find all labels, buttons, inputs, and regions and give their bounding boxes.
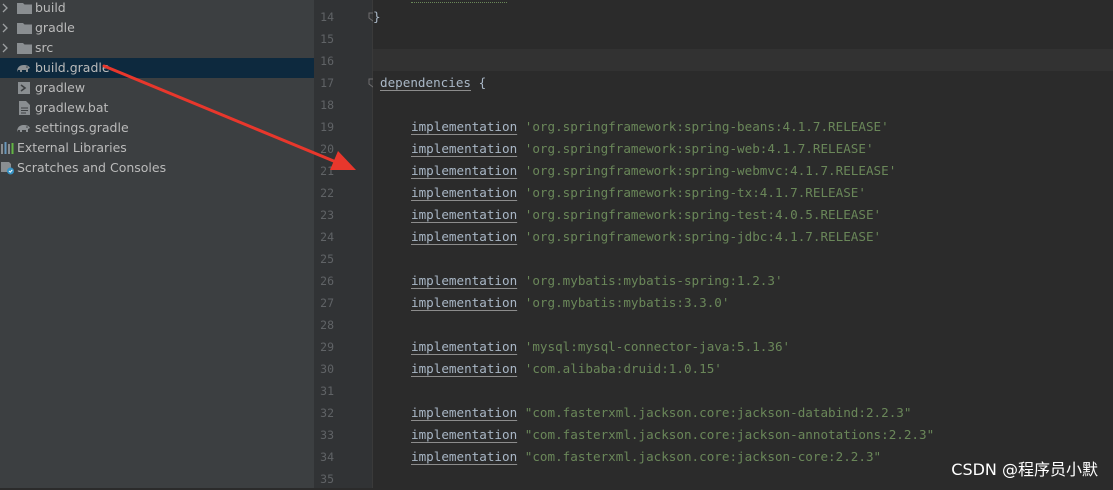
dependencies-keyword[interactable]: dependencies xyxy=(380,75,471,90)
code-dependencies-block: dependencies { xyxy=(380,72,486,94)
implementation-keyword[interactable]: implementation xyxy=(411,295,517,310)
tree-item-gradlew[interactable]: gradlew xyxy=(0,78,314,98)
implementation-keyword[interactable]: implementation xyxy=(411,361,517,376)
tree-item-label: Scratches and Consoles xyxy=(17,160,167,175)
line-number: 19 xyxy=(320,120,334,134)
tree-item-gradlew-bat[interactable]: gradlew.bat xyxy=(0,98,314,118)
code-closing-brace: } xyxy=(373,9,381,24)
line-number: 22 xyxy=(320,186,334,200)
folder-icon xyxy=(17,43,32,54)
dependency-string: 'mysql:mysql-connector-java:5.1.36' xyxy=(524,339,791,354)
batch-file-icon xyxy=(19,101,30,115)
tree-item-label: gradle xyxy=(35,20,75,35)
line-number: 27 xyxy=(320,296,334,310)
line-number: 20 xyxy=(320,142,334,156)
gradle-elephant-icon xyxy=(17,65,30,72)
tree-item-settings-gradle[interactable]: settings.gradle xyxy=(0,118,314,138)
line-number: 18 xyxy=(320,98,334,112)
implementation-keyword[interactable]: implementation xyxy=(411,449,517,464)
tree-item-external-libraries[interactable]: External Libraries xyxy=(0,138,314,158)
line-number: 31 xyxy=(320,384,334,398)
dependency-string: 'org.springframework:spring-webmvc:4.1.7… xyxy=(524,163,897,178)
chevron-right-icon[interactable] xyxy=(0,3,10,13)
open-brace: { xyxy=(478,75,487,90)
dependency-line: implementation 'mysql:mysql-connector-ja… xyxy=(411,336,790,358)
dependency-line: implementation 'com.alibaba:druid:1.0.15… xyxy=(411,358,722,380)
dependency-string: "com.fasterxml.jackson.core:jackson-data… xyxy=(524,405,912,420)
folder-icon xyxy=(17,3,32,14)
tree-item-label: External Libraries xyxy=(17,140,127,155)
chevron-right-icon[interactable] xyxy=(0,43,10,53)
tree-item-label: src xyxy=(35,40,54,55)
line-number: 16 xyxy=(320,54,334,68)
dependency-line: implementation "com.fasterxml.jackson.co… xyxy=(411,446,881,468)
gradle-elephant-icon xyxy=(17,125,30,132)
line-number: 25 xyxy=(320,252,334,266)
line-number: 15 xyxy=(320,32,334,46)
tree-item-scratches[interactable]: Scratches and Consoles xyxy=(0,158,314,178)
dependency-line: implementation 'org.springframework:spri… xyxy=(411,160,896,182)
dependency-line: implementation 'org.mybatis:mybatis:3.3.… xyxy=(411,292,729,314)
dependency-string: 'org.springframework:spring-test:4.0.5.R… xyxy=(524,207,882,222)
current-line-highlight xyxy=(373,49,1113,71)
dependency-string: 'org.springframework:spring-beans:4.1.7.… xyxy=(524,119,889,134)
implementation-keyword[interactable]: implementation xyxy=(411,163,517,178)
dependency-string: 'com.alibaba:druid:1.0.15' xyxy=(524,361,722,376)
dependency-line: implementation 'org.springframework:spri… xyxy=(411,182,866,204)
line-number: 29 xyxy=(320,340,334,354)
line-number: 35 xyxy=(320,472,334,486)
scratches-icon xyxy=(1,162,14,175)
implementation-keyword[interactable]: implementation xyxy=(411,427,517,442)
implementation-keyword[interactable]: implementation xyxy=(411,141,517,156)
previous-line-underline xyxy=(411,0,507,3)
dependency-line: implementation 'org.springframework:spri… xyxy=(411,138,874,160)
implementation-keyword[interactable]: implementation xyxy=(411,339,517,354)
implementation-keyword[interactable]: implementation xyxy=(411,207,517,222)
line-number: 21 xyxy=(320,164,334,178)
tree-item-label: settings.gradle xyxy=(35,120,129,135)
dependency-string: "com.fasterxml.jackson.core:jackson-core… xyxy=(524,449,882,464)
implementation-keyword[interactable]: implementation xyxy=(411,273,517,288)
implementation-keyword[interactable]: implementation xyxy=(411,229,517,244)
tree-item-src[interactable]: src xyxy=(0,38,314,58)
project-tree: build gradle src build.gradle gradlew gr… xyxy=(0,0,314,488)
dependency-line: implementation 'org.springframework:spri… xyxy=(411,116,889,138)
line-number: 17 xyxy=(320,76,334,90)
line-number: 26 xyxy=(320,274,334,288)
line-number: 14 xyxy=(320,10,334,24)
line-number: 33 xyxy=(320,428,334,442)
library-bars-icon xyxy=(1,142,14,154)
shell-script-icon xyxy=(18,82,30,94)
tree-item-gradle[interactable]: gradle xyxy=(0,18,314,38)
line-number: 24 xyxy=(320,230,334,244)
dependency-string: 'org.mybatis:mybatis-spring:1.2.3' xyxy=(524,273,783,288)
tree-item-label: build.gradle xyxy=(35,60,110,75)
dependency-line: implementation 'org.springframework:spri… xyxy=(411,204,881,226)
line-number: 34 xyxy=(320,450,334,464)
folder-icon xyxy=(17,23,32,34)
watermark: CSDN @程序员小默 xyxy=(951,460,1098,479)
line-number: 23 xyxy=(320,208,334,222)
implementation-keyword[interactable]: implementation xyxy=(411,119,517,134)
line-number: 30 xyxy=(320,362,334,376)
dependency-string: 'org.springframework:spring-jdbc:4.1.7.R… xyxy=(524,229,882,244)
chevron-right-icon[interactable] xyxy=(0,23,10,33)
dependency-string: "com.fasterxml.jackson.core:jackson-anno… xyxy=(524,427,935,442)
dependency-line: implementation "com.fasterxml.jackson.co… xyxy=(411,424,934,446)
implementation-keyword[interactable]: implementation xyxy=(411,185,517,200)
tree-item-build-gradle[interactable]: build.gradle xyxy=(0,58,314,78)
dependency-line: implementation 'org.springframework:spri… xyxy=(411,226,881,248)
dependency-string: 'org.mybatis:mybatis:3.3.0' xyxy=(524,295,730,310)
tree-item-label: gradlew.bat xyxy=(35,100,109,115)
dependency-line: implementation 'org.mybatis:mybatis-spri… xyxy=(411,270,783,292)
implementation-keyword[interactable]: implementation xyxy=(411,405,517,420)
line-number: 28 xyxy=(320,318,334,332)
tree-item-label: build xyxy=(35,0,66,15)
line-number: 32 xyxy=(320,406,334,420)
tree-item-label: gradlew xyxy=(35,80,86,95)
tree-item-build[interactable]: build xyxy=(0,0,314,18)
dependency-line: implementation "com.fasterxml.jackson.co… xyxy=(411,402,911,424)
dependency-string: 'org.springframework:spring-tx:4.1.7.REL… xyxy=(524,185,866,200)
dependency-string: 'org.springframework:spring-web:4.1.7.RE… xyxy=(524,141,874,156)
